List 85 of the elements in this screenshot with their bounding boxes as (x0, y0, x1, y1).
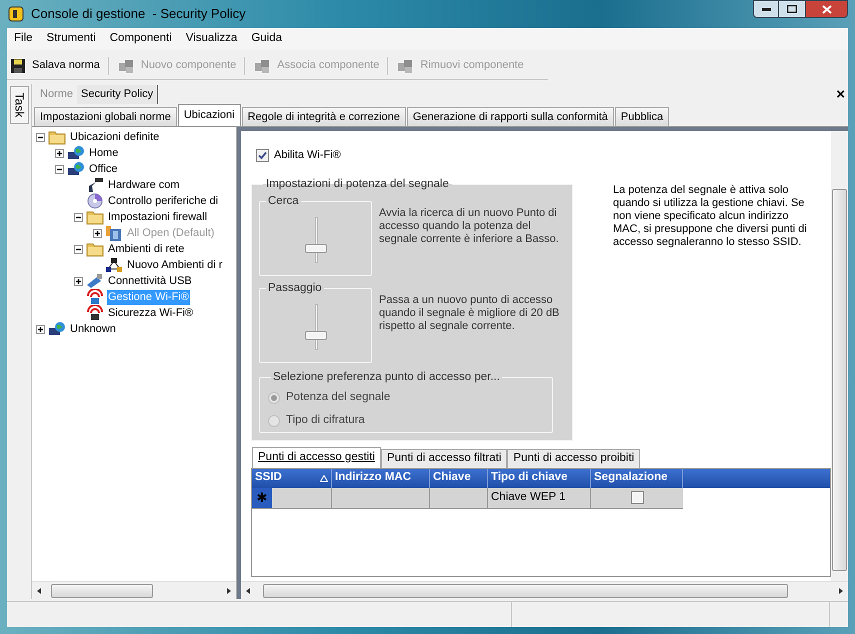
slider-thumb[interactable] (304, 244, 326, 253)
scroll-thumb[interactable] (832, 189, 847, 571)
menu-item[interactable]: Strumenti (46, 30, 96, 48)
wifi-device-icon (86, 289, 104, 305)
menu-item[interactable]: Visualizza (186, 30, 238, 48)
section-tab[interactable]: Impostazioni globali norme (34, 107, 177, 126)
horizontal-scrollbar[interactable] (32, 581, 236, 599)
section-tab[interactable]: Pubblica (614, 107, 670, 126)
access-point-tab[interactable]: Punti di accesso proibiti (507, 448, 640, 468)
note-text: La potenza del segnale è attiva solo quando si utilizza la gestione chiavi. Se non viene specificato alcun indirizzo MAC, si presuppone che diversi punti di accesso segnaleranno lo stesso SSID. (613, 184, 808, 250)
radio-label: Tipo di cifratura (286, 413, 365, 428)
scroll-thumb[interactable] (51, 584, 153, 598)
maximize-button[interactable] (779, 0, 805, 18)
boxes-add-icon (116, 58, 135, 74)
usb-drive-icon (86, 273, 104, 289)
task-tab[interactable]: Task (10, 86, 28, 124)
section-tab[interactable]: Ubicazioni (178, 104, 241, 126)
close-icon (822, 4, 832, 14)
table-cell: Chiave WEP 1 (491, 490, 566, 502)
wifi-lock-icon (86, 305, 104, 321)
slider-description: Passa a un nuovo punto di accesso quando il segnale è migliore di 20 dB rispetto al segnale corrente. (379, 294, 560, 334)
tree-item[interactable]: Hardware com (107, 178, 181, 192)
scroll-thumb[interactable] (263, 584, 788, 598)
document-tab[interactable]: Security Policy (77, 85, 158, 104)
slider-title: Passaggio (267, 280, 323, 296)
network-nodes-icon (105, 257, 123, 273)
group-title: Impostazioni di potenza del segnale (265, 176, 450, 192)
menu-item[interactable]: Guida (251, 30, 282, 48)
maximize-icon (787, 5, 797, 13)
checkbox[interactable] (256, 148, 269, 162)
section-tab[interactable]: Generazione di rapporti sulla conformità (406, 107, 614, 126)
firewall-icon (105, 225, 123, 241)
sort-icon (320, 474, 328, 482)
horizontal-scrollbar[interactable] (241, 581, 848, 599)
checkbox-label: Abilita Wi-Fi® (274, 148, 341, 163)
collapse-icon[interactable] (74, 244, 83, 254)
boxes-remove-icon (396, 58, 414, 74)
expand-icon[interactable] (55, 148, 64, 158)
expand-icon[interactable] (36, 324, 45, 334)
tree-item[interactable]: Ambienti di rete (107, 242, 186, 256)
boxes-link-icon (253, 58, 272, 74)
access-point-tab[interactable]: Punti di accesso filtrati (380, 448, 508, 468)
radio-button[interactable] (268, 392, 280, 404)
tree-item[interactable]: Connettività USB (107, 274, 193, 288)
folder-icon (86, 241, 104, 257)
globe-computer-icon (48, 321, 66, 337)
app-logo-icon (7, 5, 25, 23)
minimize-icon (762, 8, 770, 10)
collapse-icon[interactable] (36, 132, 45, 142)
tree-item[interactable]: Impostazioni firewall (107, 210, 208, 224)
menu-item[interactable]: File (14, 30, 33, 48)
tree-item[interactable]: Unknown (69, 322, 117, 336)
close-tab-button[interactable]: × (836, 86, 845, 102)
tree-item[interactable]: Nuovo Ambienti di r (126, 258, 224, 272)
expand-icon[interactable] (74, 276, 83, 286)
vertical-scrollbar[interactable] (831, 131, 848, 581)
close-button[interactable] (805, 0, 848, 18)
slider-title: Cerca (267, 194, 300, 209)
toolbar-button[interactable]: Salava norma (10, 57, 100, 74)
check-icon (258, 150, 267, 160)
tree-item[interactable]: Sicurezza Wi-Fi® (107, 306, 194, 320)
disc-icon (86, 193, 104, 209)
row-marker: ✱ (252, 488, 272, 508)
tree-item[interactable]: Controllo periferiche di (107, 194, 220, 208)
tree-item[interactable]: Office (88, 162, 119, 176)
radio-label: Potenza del segnale (286, 390, 390, 405)
folder-icon (86, 209, 104, 225)
cable-plug-icon (86, 177, 104, 193)
slider-thumb[interactable] (304, 330, 326, 340)
folder-icon (48, 129, 66, 145)
collapse-icon[interactable] (55, 164, 64, 174)
collapse-icon[interactable] (74, 212, 83, 222)
section-tab[interactable]: Regole di integrità e correzione (242, 107, 406, 126)
window-title: Console di gestione - Security Policy (31, 5, 246, 24)
access-point-tab[interactable]: Punti di accesso gestiti (252, 446, 381, 468)
tree-item[interactable]: Ubicazioni definite (69, 130, 160, 144)
globe-computer-icon (67, 145, 85, 161)
tree-item[interactable]: Home (88, 146, 120, 160)
globe-computer-icon (67, 161, 85, 177)
slider-description: Avvia la ricerca di un nuovo Punto di accesso quando la potenza del segnale corrente è inferiore a Basso. (379, 206, 560, 247)
radio-button[interactable] (268, 414, 280, 427)
checkbox[interactable] (630, 491, 644, 504)
menu-item[interactable]: Componenti (110, 30, 172, 48)
minimize-button[interactable] (753, 0, 779, 18)
group-title: Selezione preferenza punto di accesso per... (272, 370, 501, 385)
